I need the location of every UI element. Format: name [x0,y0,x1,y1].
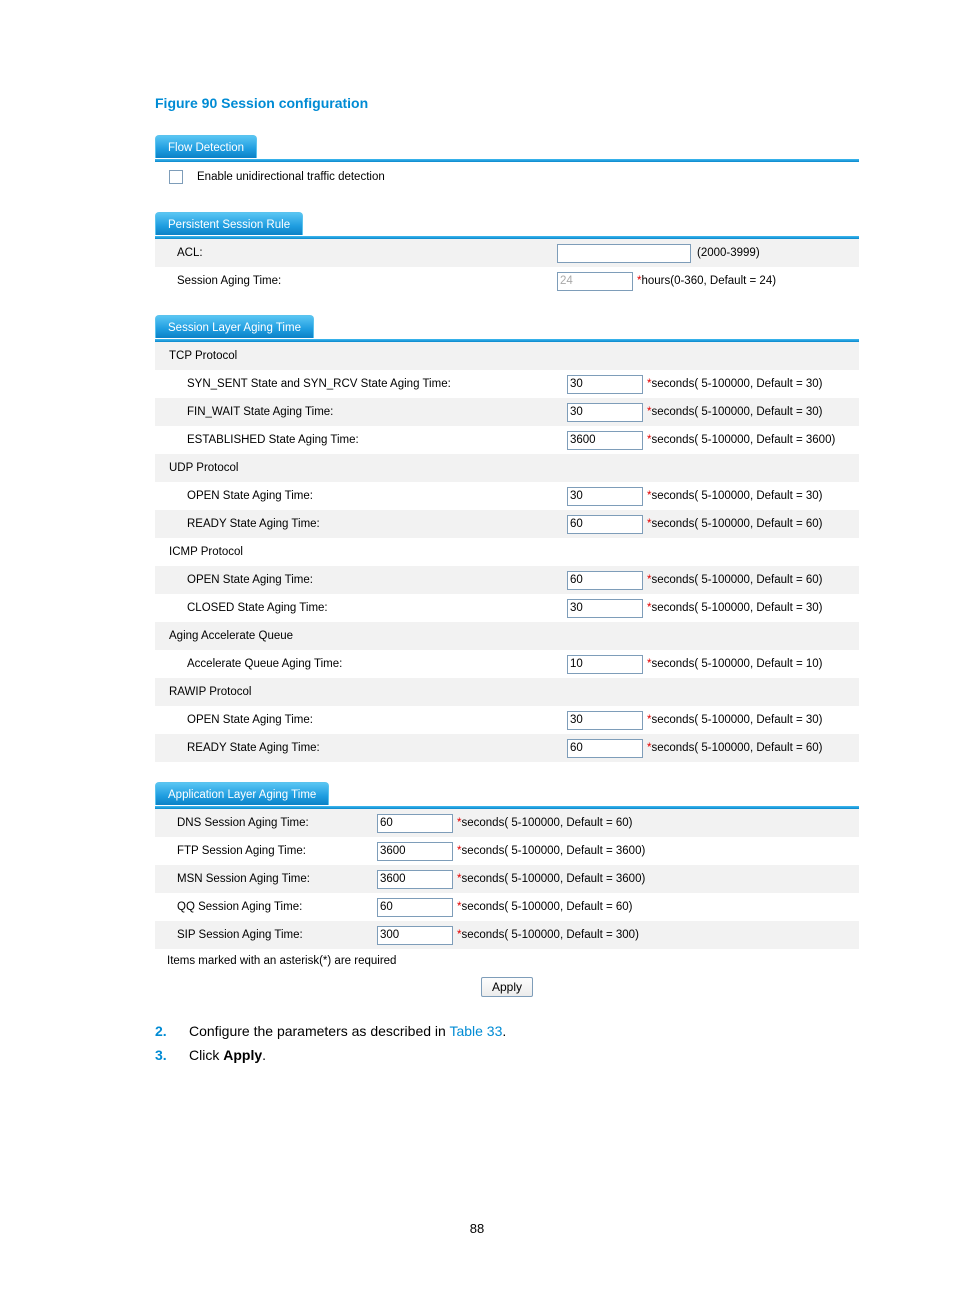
step-2-number: 2. [155,1023,189,1039]
page-number: 88 [0,1221,954,1236]
tab-persistent-session-rule: Persistent Session Rule [155,212,303,235]
apply-button[interactable]: Apply [481,977,533,997]
qq-hint: seconds( 5-100000, Default = 60) [461,901,632,913]
acl-label: ACL: [177,247,557,259]
panel-app-layer-aging: Application Layer Aging Time DNS Session… [155,780,859,949]
required-note: Items marked with an asterisk(*) are req… [155,953,859,967]
session-aging-input[interactable] [557,272,633,291]
udp-ready-input[interactable] [567,515,643,534]
udp-open-label: OPEN State Aging Time: [187,490,567,502]
panel-session-layer-aging: Session Layer Aging Time TCP Protocol SY… [155,313,859,762]
figure-title: Figure 90 Session configuration [155,95,859,111]
step-2-text: Configure the parameters as described in… [189,1023,506,1039]
acl-input[interactable] [557,244,691,263]
sip-hint: seconds( 5-100000, Default = 300) [461,929,638,941]
step-3-text: Click Apply. [189,1047,266,1063]
syn-hint: seconds( 5-100000, Default = 30) [651,378,822,390]
rawip-open-input[interactable] [567,711,643,730]
dns-hint: seconds( 5-100000, Default = 60) [461,817,632,829]
step-3-number: 3. [155,1047,189,1063]
dns-input[interactable] [377,814,453,833]
sip-input[interactable] [377,926,453,945]
udp-open-input[interactable] [567,487,643,506]
session-aging-hint: hours(0-360, Default = 24) [641,275,776,287]
icmp-closed-label: CLOSED State Aging Time: [187,602,567,614]
udp-open-hint: seconds( 5-100000, Default = 30) [651,490,822,502]
est-hint: seconds( 5-100000, Default = 3600) [651,434,835,446]
group-udp: UDP Protocol [155,454,859,482]
icmp-open-hint: seconds( 5-100000, Default = 60) [651,574,822,586]
qq-input[interactable] [377,898,453,917]
group-tcp: TCP Protocol [155,342,859,370]
rawip-ready-input[interactable] [567,739,643,758]
accel-label: Accelerate Queue Aging Time: [187,658,567,670]
syn-input[interactable] [567,375,643,394]
tab-session-layer-aging: Session Layer Aging Time [155,315,314,338]
panel-flow-detection: Flow Detection Enable unidirectional tra… [155,133,859,192]
icmp-closed-hint: seconds( 5-100000, Default = 30) [651,602,822,614]
udp-ready-label: READY State Aging Time: [187,518,567,530]
msn-input[interactable] [377,870,453,889]
icmp-closed-input[interactable] [567,599,643,618]
rawip-ready-label: READY State Aging Time: [187,742,567,754]
tab-flow-detection: Flow Detection [155,135,257,158]
ftp-hint: seconds( 5-100000, Default = 3600) [461,845,645,857]
acl-hint: (2000-3999) [697,247,760,259]
group-icmp: ICMP Protocol [155,538,859,566]
rawip-open-label: OPEN State Aging Time: [187,714,567,726]
syn-label: SYN_SENT State and SYN_RCV State Aging T… [187,378,567,390]
dns-label: DNS Session Aging Time: [177,817,377,829]
ftp-input[interactable] [377,842,453,861]
udp-ready-hint: seconds( 5-100000, Default = 60) [651,518,822,530]
enable-unidirectional-checkbox[interactable] [169,170,183,184]
enable-unidirectional-label: Enable unidirectional traffic detection [197,171,385,183]
group-rawip: RAWIP Protocol [155,678,859,706]
icmp-open-input[interactable] [567,571,643,590]
fin-input[interactable] [567,403,643,422]
ftp-label: FTP Session Aging Time: [177,845,377,857]
accel-hint: seconds( 5-100000, Default = 10) [651,658,822,670]
table-33-link[interactable]: Table 33 [449,1023,502,1039]
panel-persistent-session-rule: Persistent Session Rule ACL: (2000-3999)… [155,210,859,295]
rawip-ready-hint: seconds( 5-100000, Default = 60) [651,742,822,754]
msn-label: MSN Session Aging Time: [177,873,377,885]
fin-label: FIN_WAIT State Aging Time: [187,406,567,418]
qq-label: QQ Session Aging Time: [177,901,377,913]
sip-label: SIP Session Aging Time: [177,929,377,941]
rawip-open-hint: seconds( 5-100000, Default = 30) [651,714,822,726]
fin-hint: seconds( 5-100000, Default = 30) [651,406,822,418]
msn-hint: seconds( 5-100000, Default = 3600) [461,873,645,885]
est-label: ESTABLISHED State Aging Time: [187,434,567,446]
group-accel: Aging Accelerate Queue [155,622,859,650]
accel-input[interactable] [567,655,643,674]
tab-app-layer-aging: Application Layer Aging Time [155,782,329,805]
est-input[interactable] [567,431,643,450]
icmp-open-label: OPEN State Aging Time: [187,574,567,586]
session-aging-label: Session Aging Time: [177,275,557,287]
